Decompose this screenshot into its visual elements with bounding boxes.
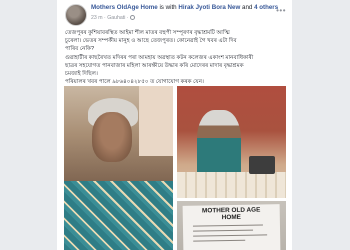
document-text-line	[192, 224, 263, 227]
document-text-line	[193, 229, 254, 232]
facebook-post-card: Mothers OldAge Home is with Hirak Jyoti …	[57, 0, 292, 250]
photo-checkup[interactable]	[177, 86, 286, 198]
post-text-line: ছাত্ৰৰ সহযোগত পানবাজাৰ মহিলা আৰক্ষীয়ে উ…	[65, 62, 244, 69]
photo-shawl	[64, 181, 173, 250]
photo-seated-woman	[197, 110, 241, 180]
post-text-line: তেজপুৰৰ কুশিয়াবৰস্থিত আইমা শীল মাতৰ বহু…	[65, 30, 230, 36]
meta-dot: ·	[104, 15, 106, 21]
and-text: and	[242, 4, 253, 11]
document-title-line2: HOME	[221, 213, 241, 221]
document-text-line	[193, 239, 246, 242]
document-title: MOTHER OLD AGE HOME	[183, 206, 280, 222]
document-paper: MOTHER OLD AGE HOME	[182, 204, 281, 250]
post-header: Mothers OldAge Home is with Hirak Jyoti …	[65, 4, 286, 26]
post-text-line: পাৰিব নেকি?	[65, 46, 95, 53]
photo-table	[177, 172, 286, 198]
post-text-line: চমজাই দিছিল।	[65, 71, 98, 78]
document-text-line	[193, 234, 268, 237]
more-options-icon[interactable]: •••	[276, 6, 286, 15]
globe-icon	[130, 15, 135, 21]
photo-elderly-woman[interactable]	[64, 86, 173, 250]
post-text: তেজপুৰৰ কুশিয়াবৰস্থিত আইমা শীল মাতৰ বহু…	[65, 29, 287, 86]
others-link[interactable]: 4 others	[254, 4, 278, 11]
photo-document[interactable]: MOTHER OLD AGE HOME	[177, 201, 286, 250]
post-time[interactable]: 23 m	[91, 15, 103, 21]
tagged-person-link[interactable]: Hirak Jyoti Bora New	[178, 4, 240, 11]
post-location[interactable]: Gauhati	[107, 15, 125, 21]
post-title-line: Mothers OldAge Home is with Hirak Jyoti …	[91, 4, 278, 11]
post-meta: 23 m · Gauhati ·	[91, 15, 135, 21]
photo-background-poster	[139, 86, 173, 156]
meta-dot-2: ·	[126, 15, 129, 21]
page-name-link[interactable]: Mothers OldAge Home	[91, 4, 158, 11]
post-text-line: গুৱাহাটীৰ কাছৰৈখত মদিৰৰ পৰা আমহায় অৱস্থ…	[65, 54, 254, 61]
photo-bp-monitor	[249, 156, 275, 174]
photo-face	[92, 112, 132, 162]
post-text-line: চুৰেলা। ভেতৰ সম্পৰ্কীয় মানুহ ও আছে তেজপ…	[65, 38, 237, 45]
with-text: is with	[159, 4, 177, 11]
page-avatar[interactable]	[65, 4, 87, 26]
